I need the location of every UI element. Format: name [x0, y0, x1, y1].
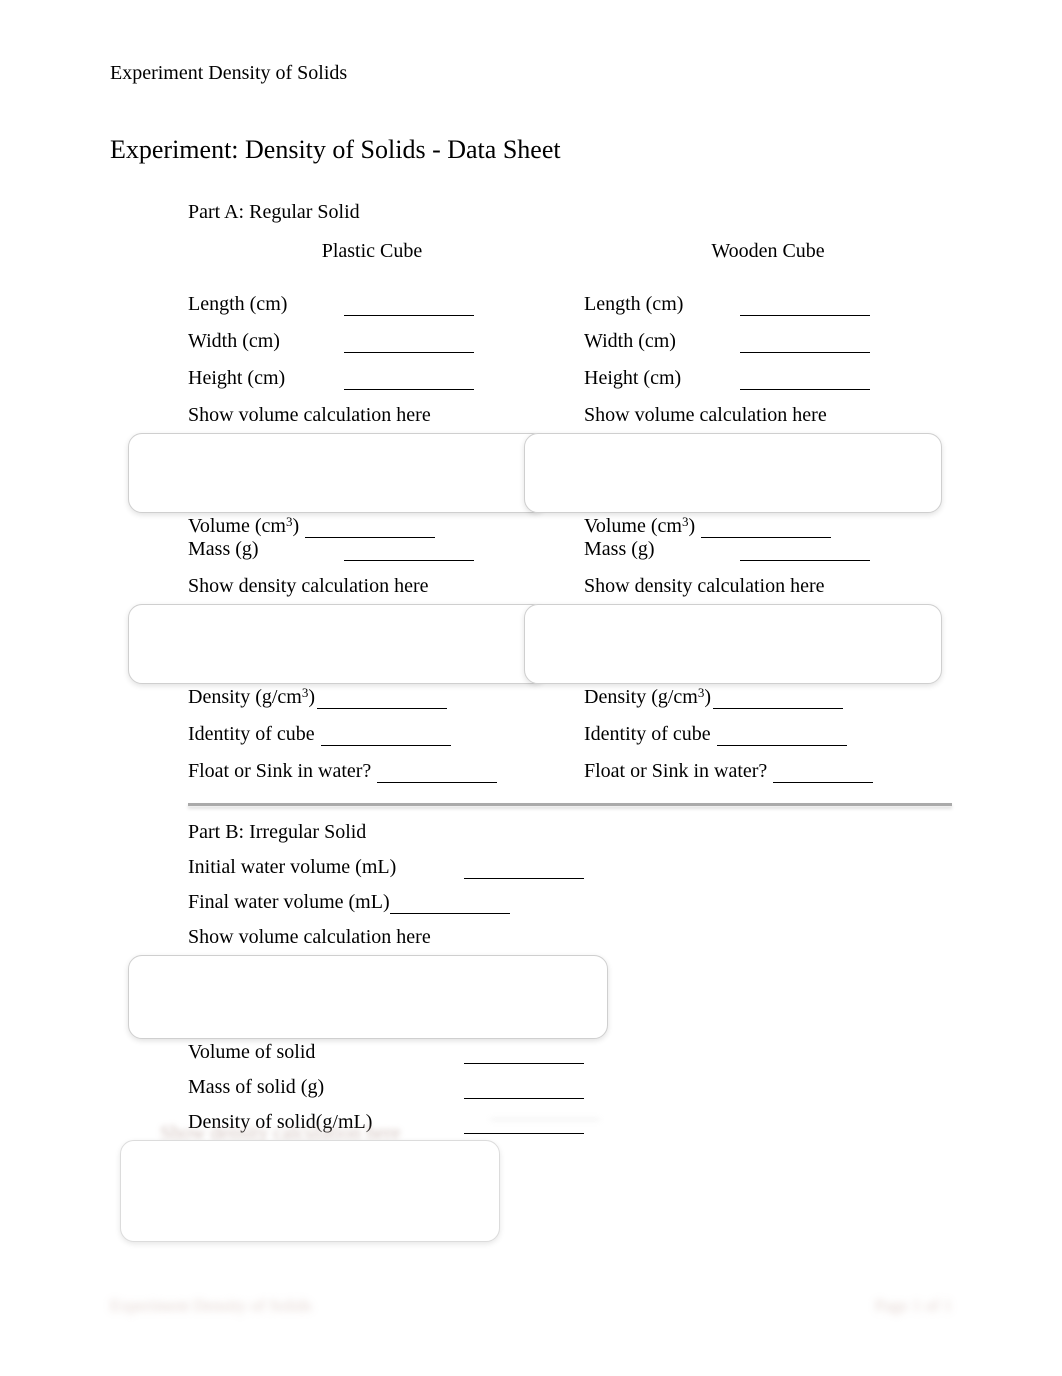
plastic-height-label: Height (cm): [188, 367, 338, 390]
blurred-density-calc-box: [120, 1140, 500, 1242]
wooden-length-input[interactable]: [740, 295, 870, 316]
plastic-cube-column: Plastic Cube Length (cm) Width (cm) Heig…: [188, 240, 556, 797]
plastic-dens-pre: Density (g/cm: [188, 686, 302, 708]
footer-right: Page 1 of 1: [875, 1296, 952, 1316]
wooden-mass-input[interactable]: [740, 540, 870, 561]
plastic-identity-label: Identity of cube: [188, 723, 315, 746]
plastic-length-label: Length (cm): [188, 293, 338, 316]
wooden-vol-sup: 3: [682, 514, 689, 529]
wooden-width-input[interactable]: [740, 332, 870, 353]
plastic-subtitle: Plastic Cube: [262, 240, 482, 263]
initial-water-input[interactable]: [464, 858, 584, 879]
footer-left: Experiment Density of Solids: [110, 1296, 312, 1316]
plastic-volume-calc-box[interactable]: [128, 433, 546, 513]
wooden-identity-input[interactable]: [717, 725, 847, 746]
volume-solid-input[interactable]: [464, 1043, 584, 1064]
plastic-floatsink-input[interactable]: [377, 762, 497, 783]
plastic-length-input[interactable]: [344, 295, 474, 316]
page-title: Experiment: Density of Solids - Data She…: [110, 135, 952, 165]
wooden-subtitle: Wooden Cube: [658, 240, 878, 263]
plastic-identity-input[interactable]: [321, 725, 451, 746]
final-water-input[interactable]: [390, 893, 510, 914]
partb-volume-calc-box[interactable]: [128, 955, 608, 1039]
wooden-dens-pre: Density (g/cm: [584, 686, 698, 708]
partb-volume-calc-label: Show volume calculation here: [188, 926, 952, 949]
wooden-density-input[interactable]: [713, 688, 843, 709]
wooden-identity-label: Identity of cube: [584, 723, 711, 746]
plastic-width-label: Width (cm): [188, 330, 338, 353]
wooden-volume-input[interactable]: [701, 517, 831, 538]
plastic-mass-input[interactable]: [344, 540, 474, 561]
plastic-dens-post: ): [308, 686, 315, 708]
wooden-floatsink-input[interactable]: [773, 762, 873, 783]
plastic-vol-sup: 3: [286, 514, 293, 529]
plastic-density-calc-box[interactable]: [128, 604, 546, 684]
part-b-heading: Part B: Irregular Solid: [188, 821, 366, 844]
wooden-vol-pre: Volume (cm: [584, 515, 682, 537]
wooden-height-input[interactable]: [740, 369, 870, 390]
wooden-length-label: Length (cm): [584, 293, 734, 316]
wooden-density-calc-label: Show density calculation here: [584, 575, 952, 598]
section-divider: [188, 803, 952, 807]
part-a-heading: Part A: Regular Solid: [188, 201, 952, 224]
mass-solid-label: Mass of solid (g): [188, 1076, 458, 1099]
wooden-dens-post: ): [704, 686, 711, 708]
wooden-width-label: Width (cm): [584, 330, 734, 353]
wooden-volume-label: Volume (cm3): [584, 515, 695, 538]
mass-solid-input[interactable]: [464, 1078, 584, 1099]
plastic-mass-label: Mass (g): [188, 538, 338, 561]
wooden-volume-calc-box[interactable]: [524, 433, 942, 513]
plastic-density-input[interactable]: [317, 688, 447, 709]
wooden-cube-column: Wooden Cube Length (cm) Width (cm) Heigh…: [584, 240, 952, 797]
final-water-label: Final water volume (mL): [188, 891, 390, 914]
plastic-volume-calc-label: Show volume calculation here: [188, 404, 556, 427]
wooden-dens-sup: 3: [698, 685, 705, 700]
blurred-calc-region: Show density calculation here: [130, 1122, 500, 1242]
plastic-volume-label: Volume (cm3): [188, 515, 299, 538]
plastic-dens-sup: 3: [302, 685, 309, 700]
document-header: Experiment Density of Solids: [110, 62, 952, 85]
plastic-density-calc-label: Show density calculation here: [188, 575, 556, 598]
wooden-volume-calc-label: Show volume calculation here: [584, 404, 952, 427]
wooden-mass-label: Mass (g): [584, 538, 734, 561]
wooden-height-label: Height (cm): [584, 367, 734, 390]
initial-water-label: Initial water volume (mL): [188, 856, 458, 879]
wooden-density-calc-box[interactable]: [524, 604, 942, 684]
identity-irregular-input[interactable]: [490, 1100, 600, 1120]
plastic-height-input[interactable]: [344, 369, 474, 390]
wooden-density-label: Density (g/cm3): [584, 686, 711, 709]
plastic-vol-post: ): [292, 515, 299, 537]
wooden-floatsink-label: Float or Sink in water?: [584, 760, 767, 783]
plastic-vol-pre: Volume (cm: [188, 515, 286, 537]
plastic-density-label: Density (g/cm3): [188, 686, 315, 709]
plastic-width-input[interactable]: [344, 332, 474, 353]
plastic-volume-input[interactable]: [305, 517, 435, 538]
wooden-vol-post: ): [688, 515, 695, 537]
plastic-floatsink-label: Float or Sink in water?: [188, 760, 371, 783]
volume-solid-label: Volume of solid: [188, 1041, 458, 1064]
